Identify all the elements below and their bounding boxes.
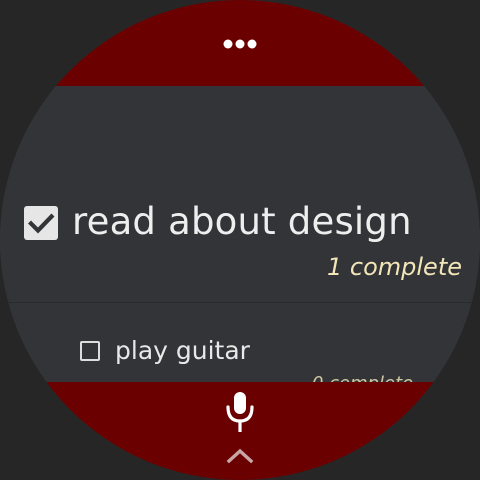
chevron-up-icon[interactable] [224,446,256,464]
watch-screen: read about design 1 complete play guitar… [0,0,480,480]
more-horiz-icon[interactable] [221,36,259,50]
microphone-icon[interactable] [216,390,264,436]
checkbox-unchecked-icon[interactable] [80,341,100,361]
top-action-bar [0,0,480,86]
task-title: play guitar [115,336,250,365]
list-item-task-1[interactable]: play guitar 0 complete [0,303,480,394]
task-title: read about design [72,200,412,243]
task-complete-count: 1 complete [327,253,462,281]
task-list: read about design 1 complete play guitar… [0,86,480,394]
list-item-task-0[interactable]: read about design 1 complete [0,86,480,302]
checkbox-checked-icon[interactable] [24,206,58,240]
bottom-action-bar [0,382,480,480]
